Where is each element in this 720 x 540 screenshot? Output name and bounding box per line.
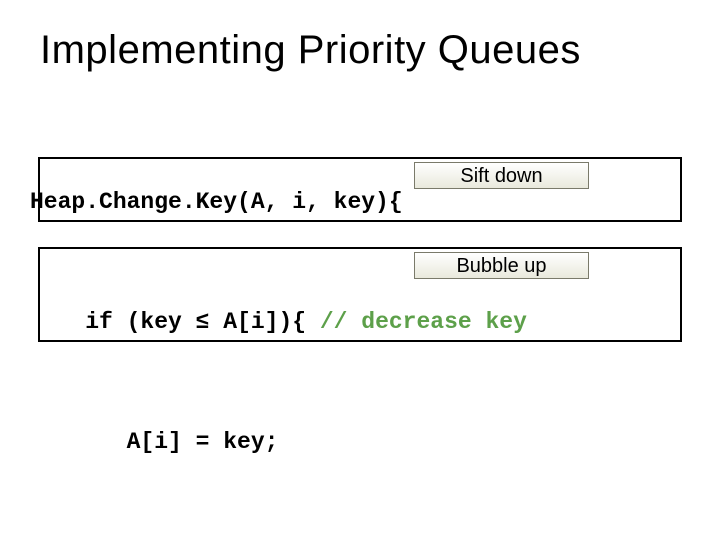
slide-title: Implementing Priority Queues (40, 28, 690, 73)
code-line-0: Heap.Change.Key(A, i, key){ (30, 187, 690, 217)
callout-label: Sift down (460, 161, 542, 191)
code-text: if (key ≤ A[i]){ (30, 309, 320, 335)
callout-bubble-up: Bubble up (414, 252, 589, 279)
callout-sift-down: Sift down (414, 162, 589, 189)
code-block: Heap.Change.Key(A, i, key){ if (key ≤ A[… (30, 97, 690, 540)
code-text: A[i] = key; (30, 429, 278, 455)
callout-label: Bubble up (456, 251, 546, 281)
code-line-2: A[i] = key; (30, 427, 690, 457)
slide: Implementing Priority Queues Heap.Change… (0, 0, 720, 540)
code-line-1: if (key ≤ A[i]){ // decrease key (30, 307, 690, 337)
code-comment: // decrease key (320, 309, 527, 335)
code-text: Heap.Change.Key(A, i, key){ (30, 189, 403, 215)
